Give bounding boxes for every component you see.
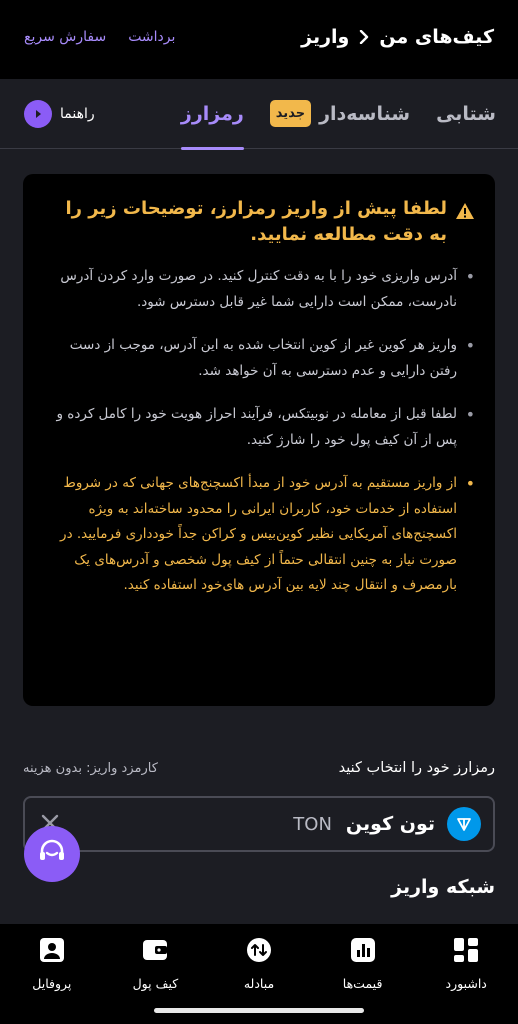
warning-list: آدرس واریزی خود را با به دقت کنترل کنید.… bbox=[45, 264, 475, 599]
chevron-right-icon bbox=[357, 29, 371, 44]
coin-select[interactable]: تون کوین TON bbox=[23, 796, 495, 852]
breadcrumb-current: واریز bbox=[301, 25, 350, 48]
bottom-nav: داشبورد قیمت‌ها مبادله bbox=[0, 924, 518, 1000]
header-links: برداشت سفارش سریع bbox=[24, 29, 175, 45]
home-indicator[interactable] bbox=[154, 1008, 364, 1013]
play-icon bbox=[24, 100, 52, 128]
guide-button[interactable]: راهنما bbox=[24, 97, 95, 131]
network-label: شبکه واریز bbox=[391, 876, 495, 898]
tab-crypto[interactable]: رمزارز bbox=[180, 79, 244, 150]
new-badge: جدید bbox=[269, 100, 312, 127]
quick-order-link[interactable]: سفارش سریع bbox=[24, 29, 106, 45]
nav-label: مبادله bbox=[243, 976, 275, 991]
warning-item: آدرس واریزی خود را با به دقت کنترل کنید.… bbox=[45, 264, 475, 315]
deposit-fee: کارمزد واریز: بدون هزینه bbox=[23, 760, 158, 776]
tab-identified[interactable]: شناسه‌دار جدید bbox=[269, 79, 411, 149]
nav-label: قیمت‌ها bbox=[342, 976, 383, 991]
chart-icon bbox=[350, 937, 376, 966]
withdraw-link[interactable]: برداشت bbox=[128, 29, 175, 45]
headset-icon bbox=[36, 836, 68, 872]
nav-profile[interactable]: پروفایل bbox=[7, 937, 97, 991]
dashboard-icon bbox=[453, 937, 479, 966]
warning-item: واریز هر کوین غیر از کوین انتخاب شده به … bbox=[45, 333, 475, 384]
coin-symbol: TON bbox=[293, 813, 332, 835]
guide-label: راهنما bbox=[60, 106, 95, 122]
tab-instant[interactable]: شتابی bbox=[436, 79, 496, 149]
nav-prices[interactable]: قیمت‌ها bbox=[318, 937, 408, 991]
wallet-icon bbox=[142, 937, 168, 966]
swap-icon bbox=[246, 937, 272, 966]
nav-label: کیف پول bbox=[132, 976, 179, 991]
nav-wallet[interactable]: کیف پول bbox=[110, 937, 200, 991]
nav-label: پروفایل bbox=[32, 976, 72, 991]
ton-coin-icon bbox=[447, 807, 481, 841]
breadcrumb: کیف‌های من واریز bbox=[301, 26, 494, 48]
profile-icon bbox=[39, 937, 65, 966]
nav-dashboard[interactable]: داشبورد bbox=[421, 937, 511, 991]
warning-item: لطفا قبل از معامله در نوبیتکس، فرآیند اح… bbox=[45, 402, 475, 453]
warning-title: لطفا پیش از واریز رمزارز، توضیحات زیر را… bbox=[45, 196, 475, 248]
deposit-warning: لطفا پیش از واریز رمزارز، توضیحات زیر را… bbox=[23, 174, 495, 706]
nav-swap[interactable]: مبادله bbox=[214, 937, 304, 991]
warning-title-text: لطفا پیش از واریز رمزارز، توضیحات زیر را… bbox=[65, 198, 447, 245]
warning-icon bbox=[455, 202, 475, 248]
nav-label: داشبورد bbox=[445, 976, 487, 991]
warning-item-highlight: از واریز مستقیم به آدرس خود از مبدأ اکسچ… bbox=[45, 471, 475, 599]
breadcrumb-parent[interactable]: کیف‌های من bbox=[379, 26, 494, 48]
coin-select-header: رمزارز خود را انتخاب کنید کارمزد واریز: … bbox=[23, 760, 495, 776]
support-button[interactable] bbox=[24, 826, 80, 882]
coin-select-label: رمزارز خود را انتخاب کنید bbox=[338, 760, 495, 776]
top-bar: کیف‌های من واریز برداشت سفارش سریع bbox=[0, 0, 518, 79]
tab-identified-label: شناسه‌دار bbox=[319, 102, 411, 125]
coin-name: تون کوین bbox=[345, 813, 435, 835]
